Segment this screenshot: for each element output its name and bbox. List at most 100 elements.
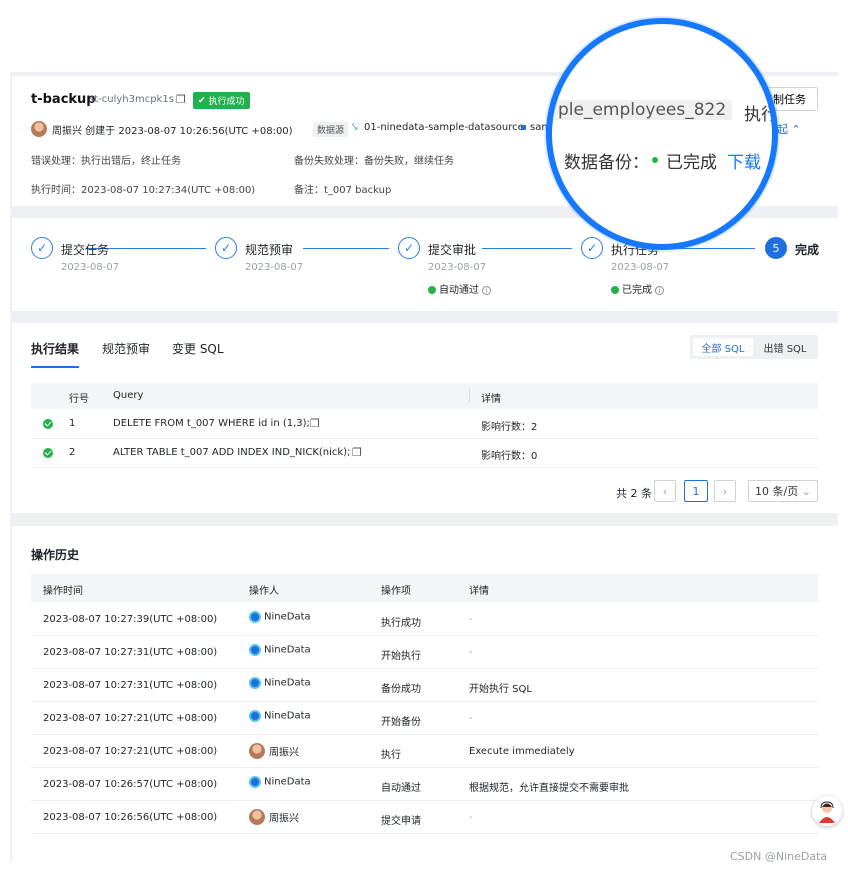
- ninedata-logo-icon: [249, 644, 261, 656]
- history-detail: -: [469, 614, 473, 625]
- copy-icon[interactable]: ❐: [352, 446, 362, 459]
- page-number-button[interactable]: 1: [684, 480, 708, 502]
- history-time: 2023-08-07 10:26:57(UTC +08:00): [43, 779, 218, 790]
- step-execute: ✓: [581, 237, 603, 259]
- download-link[interactable]: 下载: [727, 148, 761, 173]
- filter-all-sql[interactable]: 全部 SQL: [693, 338, 753, 356]
- info-icon[interactable]: i: [482, 285, 491, 295]
- history-user-name: NineData: [264, 644, 311, 656]
- history-user-name: NineData: [264, 611, 311, 623]
- step-label: 提交审批: [428, 243, 477, 257]
- step-label: 规范预审: [245, 243, 294, 257]
- remark: 备注：t_007 backup: [294, 185, 392, 196]
- history-time: 2023-08-07 10:27:31(UTC +08:00): [43, 680, 218, 691]
- row-divider: [31, 438, 818, 439]
- datasource-link[interactable]: 01-ninedata-sample-datasource: [364, 122, 524, 133]
- history-user: NineData: [249, 611, 311, 623]
- info-icon[interactable]: i: [655, 285, 664, 295]
- query-text: DELETE FROM t_007 WHERE id in (1,3);: [113, 418, 310, 429]
- query-text: ALTER TABLE t_007 ADD INDEX IND_NICK(nic…: [113, 447, 351, 458]
- history-detail: 开始执行 SQL: [469, 684, 532, 695]
- support-avatar-button[interactable]: [812, 796, 842, 826]
- copy-id-icon[interactable]: ❐: [176, 93, 186, 106]
- magnifier-overlay: ple_employees_822 执行 数据备份： 已完成 下载: [546, 18, 778, 250]
- check-icon: ✓: [398, 237, 420, 259]
- page-size-select[interactable]: 10 条/页 ⌄: [748, 480, 818, 502]
- success-dot-icon: [428, 286, 436, 294]
- history-user: NineData: [249, 644, 311, 656]
- creator-line: 周振兴 创建于 2023-08-07 10:26:56(UTC +08:00): [52, 126, 293, 137]
- step-label: 提交任务: [61, 243, 110, 257]
- history-action: 自动通过: [381, 783, 421, 794]
- database-icon: ▪: [520, 122, 527, 133]
- step-precheck: ✓: [215, 237, 237, 259]
- column-header: 详情: [481, 394, 501, 405]
- row-number: 2: [69, 447, 76, 458]
- history-time: 2023-08-07 10:27:39(UTC +08:00): [43, 614, 218, 625]
- row-divider: [31, 734, 818, 735]
- history-detail: -: [469, 647, 473, 658]
- check-icon: ✓: [31, 237, 53, 259]
- table-row: [43, 448, 53, 461]
- history-user-name: NineData: [264, 710, 311, 722]
- tab-change-sql[interactable]: 变更 SQL: [172, 340, 224, 357]
- watermark: CSDN @NineData: [730, 850, 828, 863]
- step-date: 2023-08-07: [611, 262, 670, 273]
- next-page-button[interactable]: ›: [714, 480, 736, 502]
- prev-page-button[interactable]: ‹: [654, 480, 676, 502]
- step-connector: [482, 248, 572, 249]
- row-divider: [31, 800, 818, 801]
- history-action: 备份成功: [381, 684, 421, 695]
- magnified-exec-label: 执行: [744, 105, 778, 125]
- active-tab-indicator: [31, 366, 79, 368]
- history-user-name: 周振兴: [269, 747, 299, 759]
- check-icon: ✓: [215, 237, 237, 259]
- history-user: NineData: [249, 710, 311, 722]
- history-time: 2023-08-07 10:27:31(UTC +08:00): [43, 647, 218, 658]
- step-approval: ✓: [398, 237, 420, 259]
- ninedata-logo-icon: [249, 677, 261, 689]
- magnified-backup-label: 数据备份：: [564, 153, 649, 173]
- row-divider: [31, 767, 818, 768]
- history-action: 开始执行: [381, 651, 421, 662]
- history-user: 周振兴: [249, 743, 299, 759]
- ninedata-logo-icon: [249, 611, 261, 623]
- history-detail: 根据规范，允许直接提交不需要审批: [469, 783, 629, 794]
- column-divider: [469, 388, 470, 402]
- history-time: 2023-08-07 10:27:21(UTC +08:00): [43, 746, 218, 757]
- ninedata-logo-icon: [249, 710, 261, 722]
- tab-exec-result[interactable]: 执行结果: [31, 340, 79, 357]
- history-detail: -: [469, 812, 473, 823]
- history-time: 2023-08-07 10:27:21(UTC +08:00): [43, 713, 218, 724]
- support-agent-icon: [819, 801, 835, 823]
- history-user-name: NineData: [264, 776, 311, 788]
- filter-error-sql[interactable]: 出错 SQL: [755, 338, 815, 356]
- status-badge: ✔ 执行成功: [193, 92, 250, 109]
- row-divider: [31, 668, 818, 669]
- check-icon: ✔: [198, 95, 206, 106]
- chevron-up-icon: ⌃: [791, 123, 801, 136]
- step-number: 5: [765, 237, 787, 259]
- step-submit: ✓: [31, 237, 53, 259]
- column-header: 行号: [69, 394, 89, 405]
- magnified-db-name: ple_employees_822: [552, 100, 733, 120]
- row-detail: 影响行数：2: [481, 422, 538, 433]
- chevron-right-icon: ›: [722, 484, 728, 498]
- history-action: 开始备份: [381, 717, 421, 728]
- check-icon: ✓: [581, 237, 603, 259]
- backup-fail-handling: 备份失败处理：备份失败，继续任务: [294, 156, 454, 167]
- avatar: [249, 809, 265, 825]
- row-divider: [31, 701, 818, 702]
- success-icon: [43, 448, 53, 458]
- history-table-header: [31, 574, 818, 602]
- row-divider: [31, 635, 818, 636]
- history-time: 2023-08-07 10:26:56(UTC +08:00): [43, 812, 218, 823]
- row-divider: [31, 833, 818, 834]
- copy-icon[interactable]: ❐: [310, 417, 320, 430]
- success-dot-icon: [611, 286, 619, 294]
- row-number: 1: [69, 418, 76, 429]
- history-detail: -: [469, 713, 473, 724]
- avatar: [249, 743, 265, 759]
- tab-precheck[interactable]: 规范预审: [102, 340, 150, 357]
- table-row: [43, 419, 53, 432]
